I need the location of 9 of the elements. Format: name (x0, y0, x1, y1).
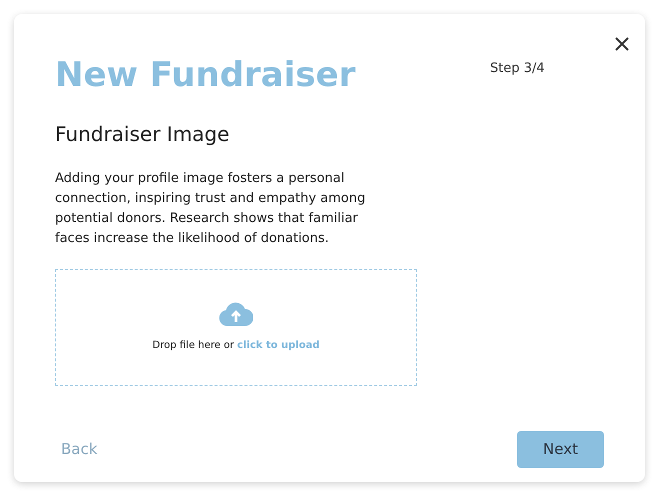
close-icon[interactable] (614, 36, 630, 52)
section-description: Adding your profile image fosters a personal connection, inspiring trust and empathy among potential donors. Research shows that familiar faces increase the likelihood of donations. (55, 170, 366, 248)
step-indicator: Step 3/4 (490, 60, 545, 78)
section-heading: Fundraiser Image (55, 121, 230, 148)
dialog-title: New Fundraiser (55, 54, 356, 97)
next-button[interactable]: Next (517, 431, 604, 468)
cloud-upload-icon (219, 302, 253, 326)
upload-instructions: Drop file here or click to upload (152, 339, 320, 353)
upload-dropzone[interactable]: Drop file here or click to upload (55, 269, 417, 386)
